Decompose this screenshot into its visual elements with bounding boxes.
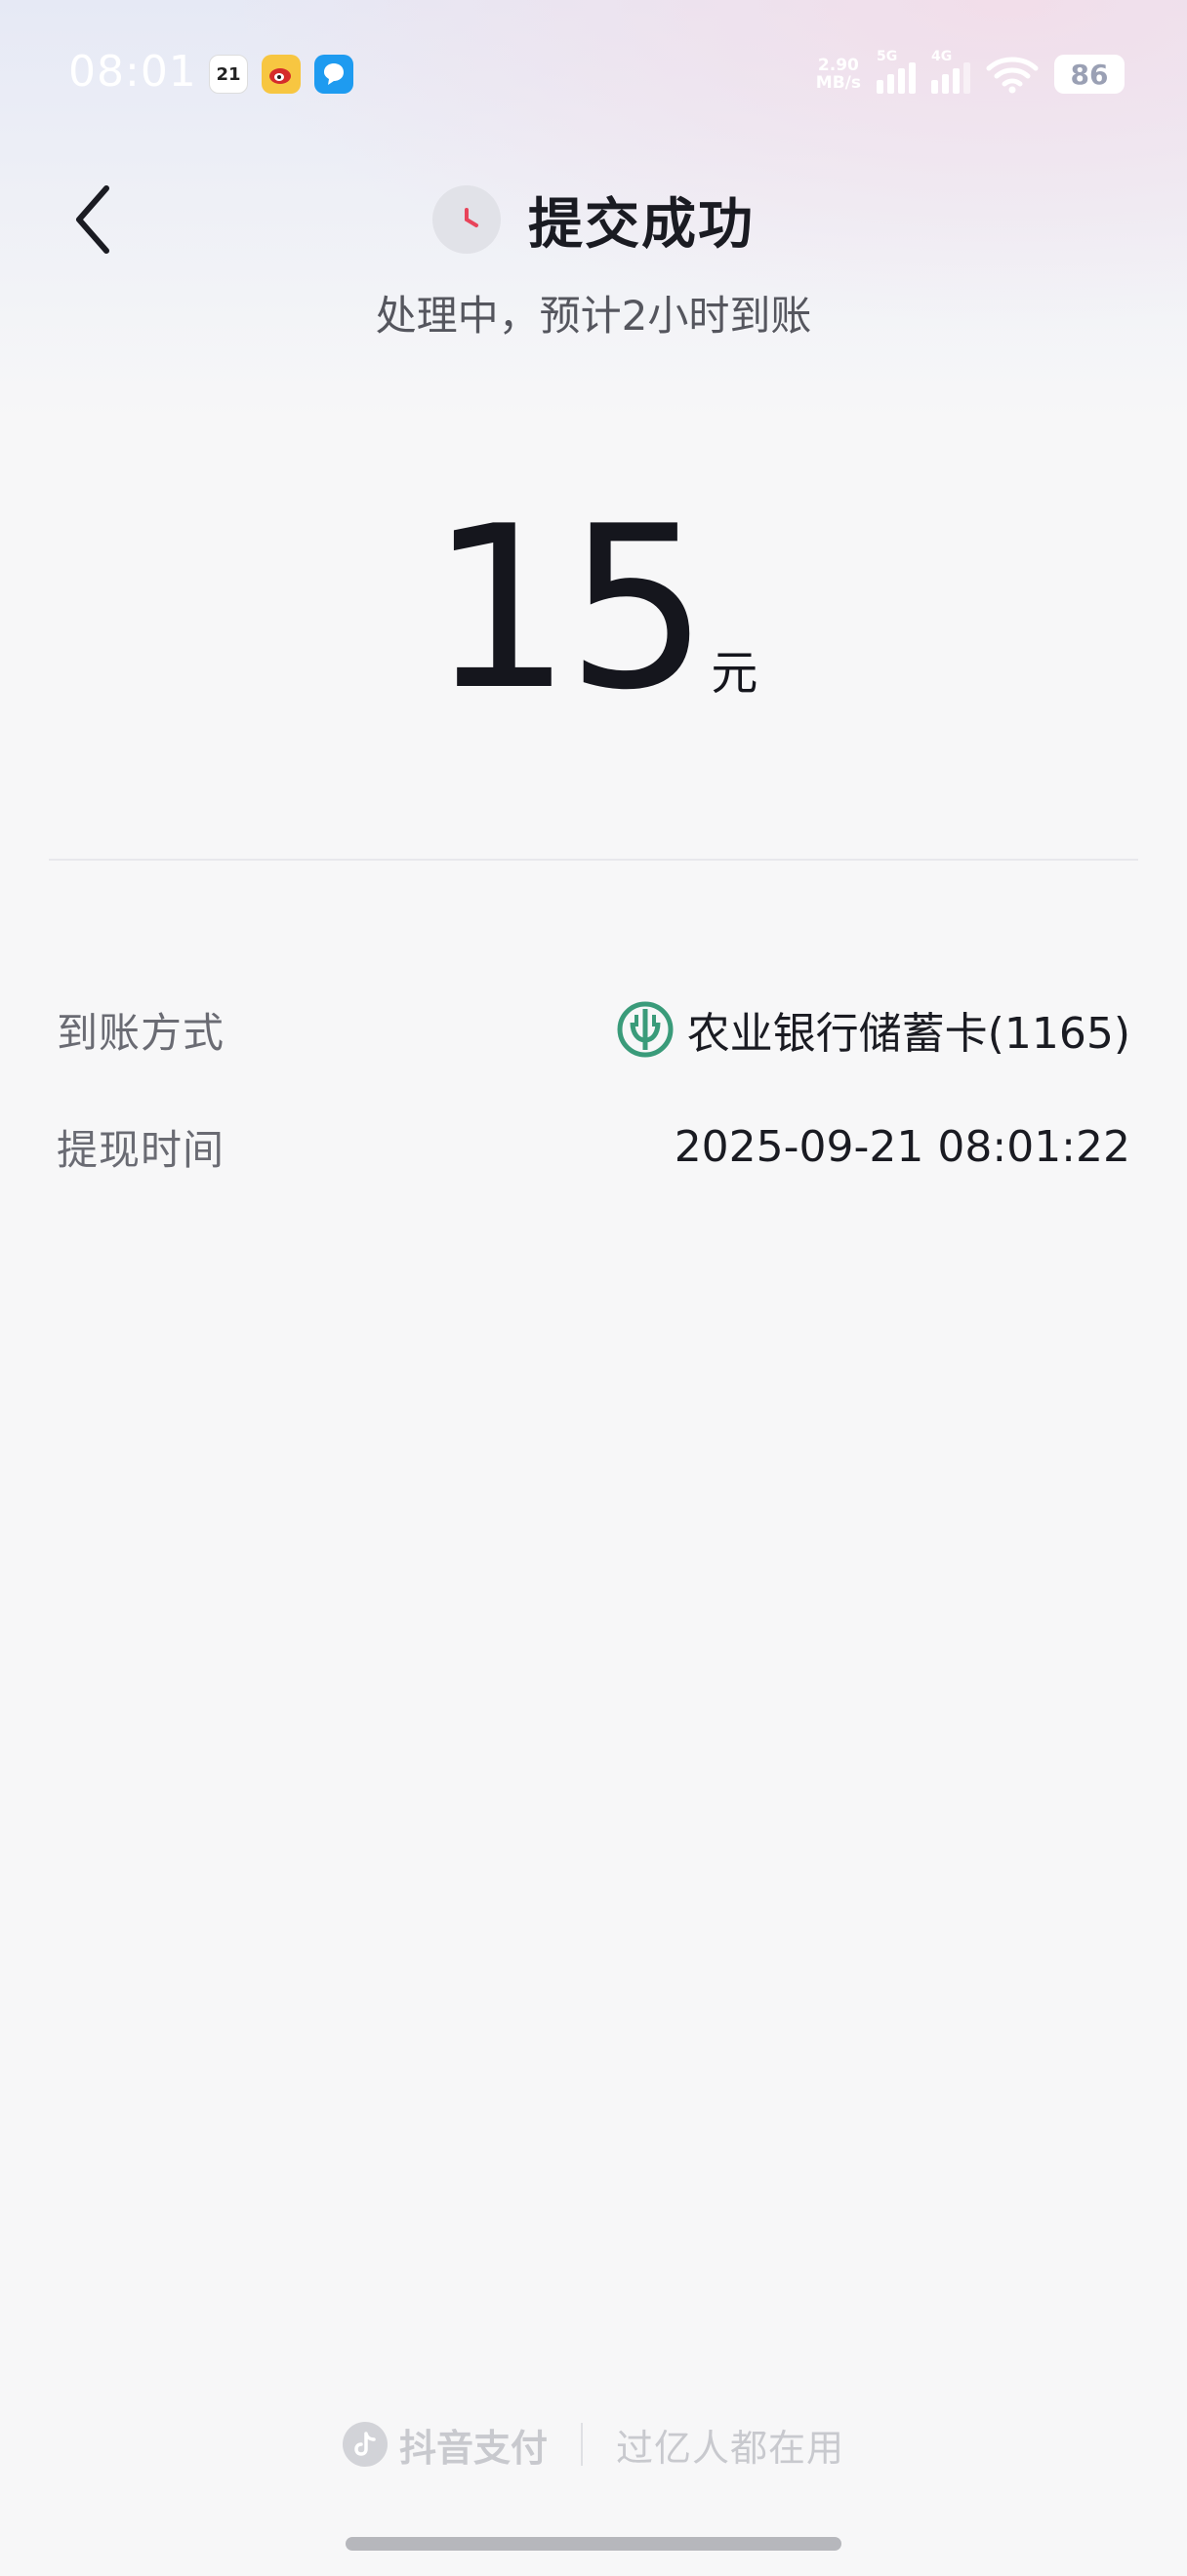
status-indicators: 2.90 MB/s 5G 4G 86 xyxy=(816,49,1125,98)
divider xyxy=(49,859,1138,861)
status-bar: 08:01 21 2.90 MB/s 5G 4G 86 xyxy=(0,0,1187,146)
bank-card-name: 农业银行储蓄卡(1165) xyxy=(686,1009,1130,1059)
brand-slogan: 过亿人都在用 xyxy=(616,2426,845,2470)
clock-icon xyxy=(432,185,501,254)
detail-value: 农业银行储蓄卡(1165) xyxy=(617,998,1130,1061)
brand-name: 抖音支付 xyxy=(398,2426,548,2470)
amount-value: 15 xyxy=(429,479,710,740)
battery-icon: 86 xyxy=(1054,55,1125,94)
calendar-icon: 21 xyxy=(209,55,248,94)
footer-branding: 抖音支付 过亿人都在用 xyxy=(0,2415,1187,2474)
amount-display: 15 元 xyxy=(0,479,1187,740)
page-header: 提交成功 xyxy=(0,176,1187,263)
weibo-icon xyxy=(262,55,301,94)
amount-unit: 元 xyxy=(711,646,758,701)
home-indicator[interactable] xyxy=(346,2537,841,2551)
signal-4g-icon: 4G xyxy=(931,49,970,94)
withdrawal-result-page: 08:01 21 2.90 MB/s 5G 4G 86 提交成功 处理中，预计2… xyxy=(0,0,1187,2576)
status-time: 08:01 xyxy=(68,47,197,97)
network-speed-unit: MB/s xyxy=(815,73,861,93)
detail-label: 到账方式 xyxy=(57,1008,225,1057)
detail-row-payout-method: 到账方式 农业银行储蓄卡(1165) xyxy=(57,995,1130,1064)
footer-separator xyxy=(581,2423,583,2466)
page-title: 提交成功 xyxy=(528,192,755,257)
detail-label: 提现时间 xyxy=(57,1125,225,1174)
network-speed-value: 2.90 xyxy=(817,56,859,75)
douyin-pay-icon xyxy=(342,2422,388,2467)
detail-row-withdraw-time: 提现时间 2025-09-21 08:01:22 xyxy=(57,1112,1130,1181)
signal-5g-label: 5G xyxy=(877,49,898,64)
brand: 抖音支付 xyxy=(342,2418,548,2472)
withdraw-time-value: 2025-09-21 08:01:22 xyxy=(674,1121,1130,1172)
wifi-icon xyxy=(986,57,1039,94)
signal-4g-label: 4G xyxy=(931,49,953,64)
signal-5g-icon: 5G xyxy=(877,49,916,94)
abc-bank-icon xyxy=(617,1001,674,1058)
messenger-icon xyxy=(314,55,353,94)
network-speed: 2.90 MB/s xyxy=(816,57,861,92)
processing-status: 处理中，预计2小时到账 xyxy=(375,292,812,340)
